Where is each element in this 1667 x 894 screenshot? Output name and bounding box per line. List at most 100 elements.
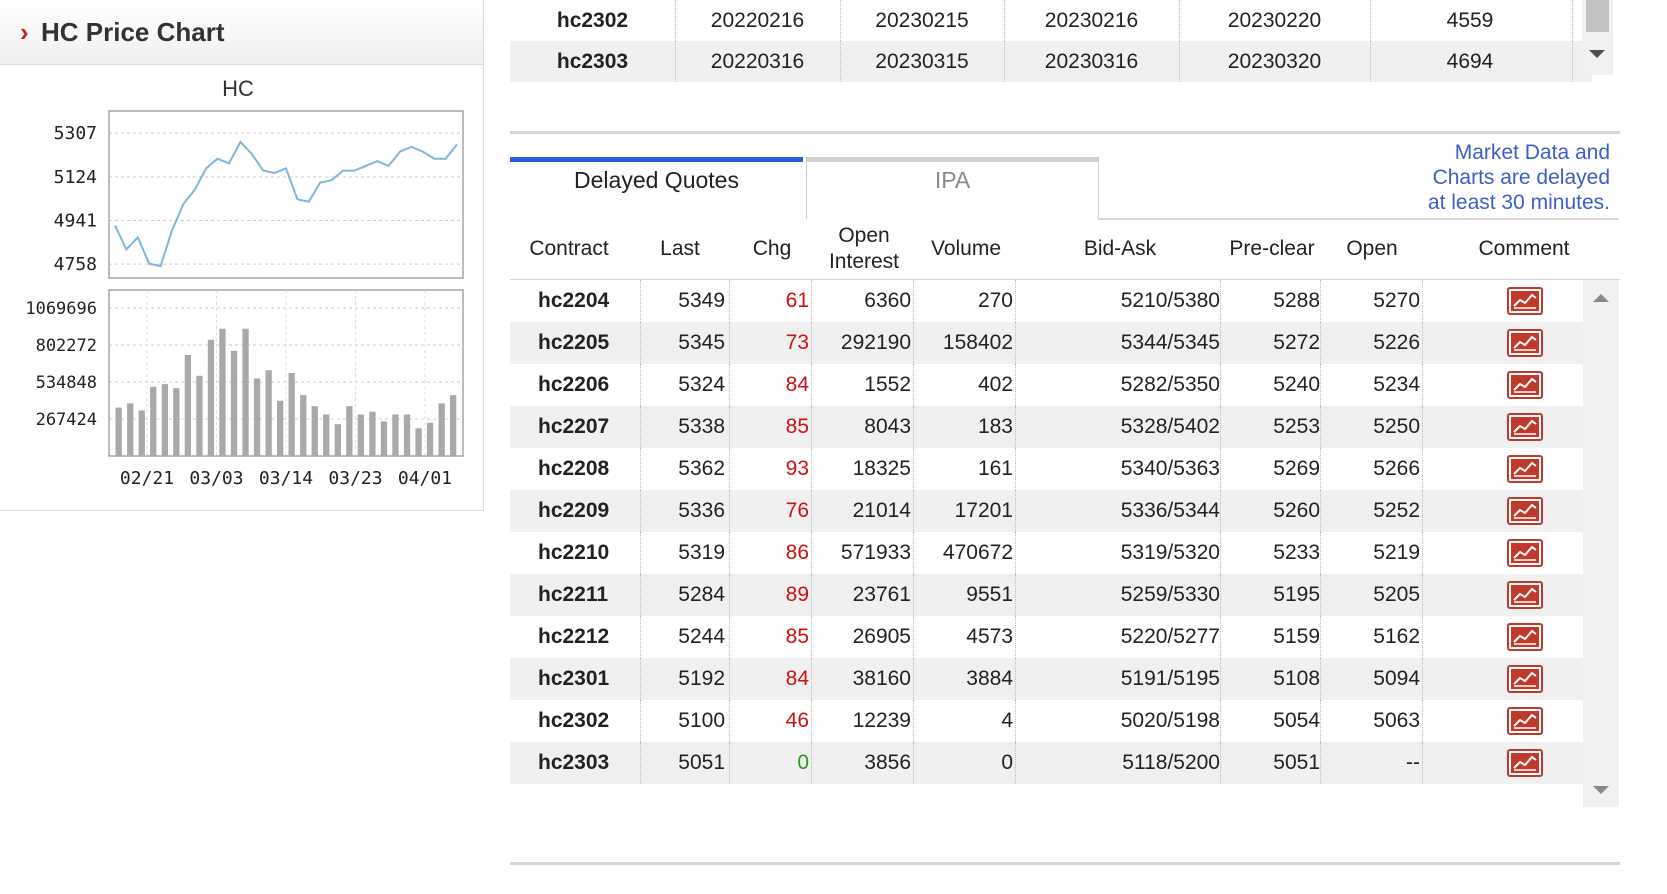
volume-bar xyxy=(173,388,180,456)
volume-bar xyxy=(288,373,295,456)
contract-cell[interactable]: hc2204 xyxy=(538,280,638,322)
column-separator xyxy=(1320,406,1321,448)
y-tick-label: 5124 xyxy=(54,167,97,188)
column-separator xyxy=(1422,448,1423,490)
header-last[interactable]: Last xyxy=(630,219,730,279)
top-table-scrollbar[interactable] xyxy=(1582,0,1613,75)
column-separator xyxy=(1572,41,1573,82)
open-cell: 5094 xyxy=(1373,667,1420,690)
header-open-interest[interactable]: Open Interest xyxy=(814,219,914,279)
chg-cell: 0 xyxy=(797,751,809,774)
scroll-down-icon[interactable] xyxy=(1589,50,1605,58)
column-separator xyxy=(1220,742,1221,784)
x-tick-label: 04/01 xyxy=(398,468,452,489)
column-separator xyxy=(811,616,812,658)
chg-cell: 93 xyxy=(785,457,809,480)
column-separator xyxy=(913,532,914,574)
volume-cell: 161 xyxy=(977,457,1013,480)
contract-cell[interactable]: hc2301 xyxy=(538,658,638,700)
line-chart-icon[interactable] xyxy=(1507,455,1543,483)
line-chart-icon[interactable] xyxy=(1507,665,1543,693)
scroll-up-icon[interactable] xyxy=(1593,294,1609,302)
table-row: hc2302 20220216 20230215 20230216 20230220 45… xyxy=(510,0,1592,41)
y-tick-label: 267424 xyxy=(36,410,97,430)
volume-cell: 158402 xyxy=(942,331,1013,354)
header-chg[interactable]: Chg xyxy=(732,219,812,279)
column-separator xyxy=(640,616,641,658)
column-separator xyxy=(1572,0,1573,41)
x-tick-label: 03/14 xyxy=(259,468,313,489)
open-cell: 5234 xyxy=(1373,373,1420,396)
bid-ask-cell: 5118/5200 xyxy=(1122,751,1220,774)
column-separator xyxy=(1015,322,1016,364)
contract-cell[interactable]: hc2211 xyxy=(538,574,638,616)
column-separator xyxy=(840,0,841,41)
contract-cell[interactable]: hc2303 xyxy=(538,742,638,784)
open-cell: 5250 xyxy=(1373,415,1420,438)
column-separator xyxy=(840,41,841,82)
header-bid-ask[interactable]: Bid-Ask xyxy=(1018,219,1222,279)
column-separator xyxy=(729,616,730,658)
date-cell: 20230316 xyxy=(1044,50,1139,73)
column-separator xyxy=(1220,448,1221,490)
delay-notice: Market Data and Charts are delayed at le… xyxy=(1380,140,1610,215)
column-separator xyxy=(913,490,914,532)
contract-cell[interactable]: hc2302 xyxy=(538,700,638,742)
line-chart-icon[interactable] xyxy=(1507,539,1543,567)
line-chart-icon[interactable] xyxy=(1507,707,1543,735)
line-chart-icon[interactable] xyxy=(1507,497,1543,525)
line-chart-icon[interactable] xyxy=(1507,749,1543,777)
y-tick-label: 802272 xyxy=(36,336,97,356)
column-separator xyxy=(1422,574,1423,616)
column-separator xyxy=(1320,490,1321,532)
header-volume[interactable]: Volume xyxy=(916,219,1016,279)
table-row: hc2212 5244 85 26905 4573 5220/5277 5159 5162 xyxy=(510,616,1583,658)
header-open[interactable]: Open xyxy=(1322,219,1422,279)
line-chart-icon[interactable] xyxy=(1507,287,1543,315)
column-separator xyxy=(640,364,641,406)
bid-ask-cell: 5259/5330 xyxy=(1120,583,1220,606)
contract-cell[interactable]: hc2208 xyxy=(538,448,638,490)
column-separator xyxy=(913,406,914,448)
scrollbar-thumb[interactable] xyxy=(1586,0,1609,32)
contract-cell[interactable]: hc2210 xyxy=(538,532,638,574)
column-separator xyxy=(913,742,914,784)
contract-cell[interactable]: hc2212 xyxy=(538,616,638,658)
contract-cell[interactable]: hc2207 xyxy=(538,406,638,448)
line-chart-icon[interactable] xyxy=(1507,581,1543,609)
y-tick-label: 4758 xyxy=(54,254,97,275)
open-interest-cell: 1552 xyxy=(864,373,911,396)
column-separator xyxy=(1015,700,1016,742)
column-separator xyxy=(729,490,730,532)
last-cell: 5244 xyxy=(678,625,725,648)
column-separator xyxy=(640,532,641,574)
volume-cell: 183 xyxy=(977,415,1013,438)
volume-cell: 9551 xyxy=(966,583,1013,606)
column-separator xyxy=(811,448,812,490)
column-separator xyxy=(675,0,676,41)
open-cell: 5162 xyxy=(1373,625,1420,648)
contract-cell[interactable]: hc2206 xyxy=(538,364,638,406)
line-chart-icon[interactable] xyxy=(1507,371,1543,399)
header-pre-clear[interactable]: Pre-clear xyxy=(1222,219,1322,279)
contract-cell: hc2303 xyxy=(556,50,629,73)
pre-clear-cell: 5233 xyxy=(1273,541,1320,564)
contract-cell[interactable]: hc2209 xyxy=(538,490,638,532)
open-interest-cell: 38160 xyxy=(852,667,911,690)
line-chart-icon[interactable] xyxy=(1507,413,1543,441)
line-chart-icon[interactable] xyxy=(1507,623,1543,651)
quotes-scrollbar[interactable] xyxy=(1583,280,1619,807)
pre-clear-cell: 5159 xyxy=(1273,625,1320,648)
tab-ipa[interactable]: IPA xyxy=(806,157,1099,219)
date-cell: 20220316 xyxy=(710,50,805,73)
contract-cell[interactable]: hc2205 xyxy=(538,322,638,364)
scroll-down-icon[interactable] xyxy=(1593,786,1609,794)
date-cell: 20230220 xyxy=(1227,9,1322,32)
open-interest-cell: 8043 xyxy=(864,415,911,438)
column-separator xyxy=(1220,280,1221,322)
column-separator xyxy=(1320,280,1321,322)
column-separator xyxy=(1320,532,1321,574)
line-chart-icon[interactable] xyxy=(1507,329,1543,357)
header-contract[interactable]: Contract xyxy=(510,219,628,279)
tab-delayed-quotes[interactable]: Delayed Quotes xyxy=(510,157,803,219)
